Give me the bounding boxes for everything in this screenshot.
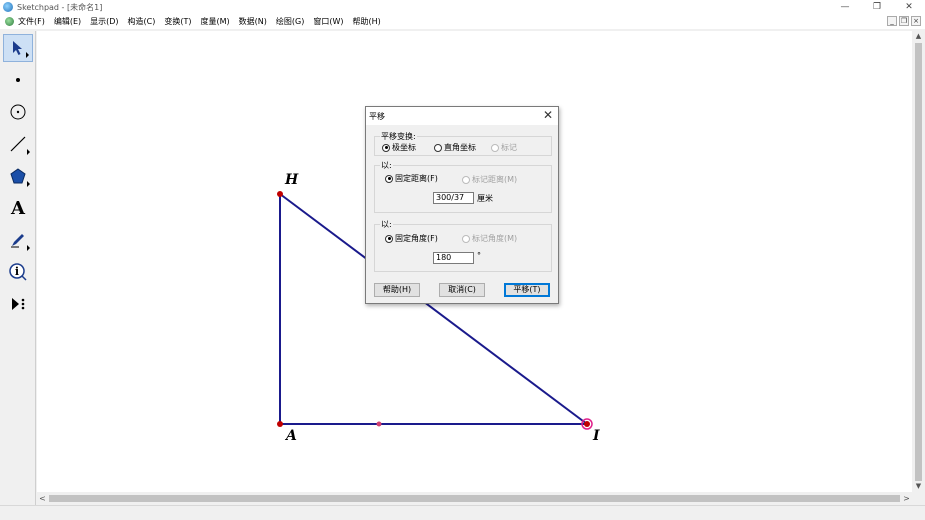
vertical-scrollbar[interactable]: ▲ ▼ xyxy=(912,31,925,492)
distance-group-label: 以: xyxy=(380,160,393,171)
polar-radio-label: 极坐标 xyxy=(392,143,416,152)
fixed-distance-radio[interactable]: 固定距离(F) xyxy=(385,173,438,184)
fixed-angle-radio[interactable]: 固定角度(F) xyxy=(385,233,438,244)
menu-window[interactable]: 窗口(W) xyxy=(313,16,343,27)
select-arrow-icon xyxy=(13,41,22,55)
angle-group-label: 以: xyxy=(380,219,393,230)
marked-angle-label: 标记角度(M) xyxy=(472,234,518,243)
angle-input[interactable]: 180 xyxy=(433,252,474,264)
menu-help[interactable]: 帮助(H) xyxy=(353,16,381,27)
transform-type-label: 平移变换: xyxy=(380,131,417,142)
menu-edit[interactable]: 编辑(E) xyxy=(54,16,81,27)
point-I[interactable] xyxy=(584,421,590,427)
restore-button[interactable]: ❐ xyxy=(861,0,893,14)
menu-construct[interactable]: 构造(C) xyxy=(128,16,156,27)
distance-group: 以: 固定距离(F) 标记距离(M) 300/37 厘米 xyxy=(374,160,552,213)
distance-unit: 厘米 xyxy=(477,194,493,203)
document-icon[interactable] xyxy=(5,17,14,26)
label-H[interactable]: H xyxy=(285,172,298,188)
window-title: Sketchpad - [未命名1] xyxy=(17,2,103,12)
point-A[interactable] xyxy=(277,421,283,427)
close-button[interactable]: ✕ xyxy=(893,0,925,14)
transform-type-group: 平移变换: 极坐标 直角坐标 标记 xyxy=(374,131,552,156)
compass-icon xyxy=(10,104,26,120)
horizontal-scrollbar[interactable]: < > xyxy=(37,492,912,505)
information-icon: i xyxy=(9,263,27,281)
window-controls: — ❐ ✕ xyxy=(829,0,925,14)
status-bar xyxy=(0,505,925,520)
svg-text:i: i xyxy=(15,265,19,278)
rectangular-radio-label: 直角坐标 xyxy=(444,143,476,152)
polar-radio[interactable]: 极坐标 xyxy=(382,142,416,153)
marked-vector-radio[interactable]: 标记 xyxy=(491,142,517,153)
sketchpad-app-icon xyxy=(3,2,13,12)
rectangular-radio[interactable]: 直角坐标 xyxy=(434,142,476,153)
angle-group: 以: 固定角度(F) 标记角度(M) 180 ° xyxy=(374,219,552,272)
dialog-title: 平移 xyxy=(369,112,385,121)
distance-input[interactable]: 300/37 xyxy=(433,192,474,204)
menu-transform[interactable]: 变换(T) xyxy=(164,16,191,27)
translate-dialog: 平移 ✕ 平移变换: 极坐标 直角坐标 标记 以: 固定距离(F) 标记距离(M… xyxy=(365,106,559,304)
menu-display[interactable]: 显示(D) xyxy=(90,16,118,27)
point-icon xyxy=(16,78,20,82)
doc-restore-button[interactable]: ❐ xyxy=(899,16,909,26)
vertical-scroll-thumb[interactable] xyxy=(915,43,922,481)
marked-distance-label: 标记距离(M) xyxy=(472,175,518,184)
marker-tool[interactable] xyxy=(3,226,33,254)
toolbox: A i xyxy=(0,31,36,505)
menu-bar: 文件(F) 编辑(E) 显示(D) 构造(C) 变换(T) 度量(M) 数据(N… xyxy=(0,14,925,29)
midpoint-AI[interactable] xyxy=(376,421,382,427)
point-H[interactable] xyxy=(277,191,283,197)
custom-tool[interactable] xyxy=(3,290,33,318)
cancel-button[interactable]: 取消(C) xyxy=(439,283,485,297)
text-icon: A xyxy=(11,197,25,219)
horizontal-scroll-thumb[interactable] xyxy=(49,495,900,502)
menu-file[interactable]: 文件(F) xyxy=(18,16,45,27)
label-I[interactable]: I xyxy=(593,428,600,444)
straightedge-tool[interactable] xyxy=(3,130,33,158)
marked-vector-radio-label: 标记 xyxy=(501,143,517,152)
text-tool[interactable]: A xyxy=(3,194,33,222)
marker-icon xyxy=(11,234,24,248)
scroll-up-arrow-icon[interactable]: ▲ xyxy=(912,31,925,42)
information-tool[interactable]: i xyxy=(3,258,33,286)
label-A[interactable]: A xyxy=(286,428,297,444)
dialog-close-icon[interactable]: ✕ xyxy=(543,108,553,122)
polygon-tool[interactable] xyxy=(3,162,33,190)
fixed-distance-label: 固定距离(F) xyxy=(395,174,438,183)
marked-distance-radio[interactable]: 标记距离(M) xyxy=(462,174,517,185)
translate-button[interactable]: 平移(T) xyxy=(504,283,550,297)
marked-angle-radio[interactable]: 标记角度(M) xyxy=(462,233,517,244)
point-tool[interactable] xyxy=(3,66,33,94)
select-arrow-tool[interactable] xyxy=(3,34,33,62)
document-window-controls: _ ❐ × xyxy=(887,16,921,26)
angle-unit: ° xyxy=(477,251,481,260)
doc-close-button[interactable]: × xyxy=(911,16,921,26)
menu-data[interactable]: 数据(N) xyxy=(239,16,267,27)
compass-tool[interactable] xyxy=(3,98,33,126)
title-bar: Sketchpad - [未命名1] — ❐ ✕ xyxy=(0,0,925,14)
scroll-down-arrow-icon[interactable]: ▼ xyxy=(912,481,925,492)
scroll-right-arrow-icon[interactable]: > xyxy=(901,492,912,505)
help-button[interactable]: 帮助(H) xyxy=(374,283,420,297)
custom-tool-icon xyxy=(12,298,25,310)
minimize-button[interactable]: — xyxy=(829,0,861,14)
straightedge-icon xyxy=(10,136,26,152)
dialog-title-bar[interactable]: 平移 ✕ xyxy=(366,107,558,125)
fixed-angle-label: 固定角度(F) xyxy=(395,234,438,243)
doc-minimize-button[interactable]: _ xyxy=(887,16,897,26)
sketchpad-window: Sketchpad - [未命名1] — ❐ ✕ 文件(F) 编辑(E) 显示(… xyxy=(0,0,925,520)
polygon-icon xyxy=(10,168,26,184)
scroll-left-arrow-icon[interactable]: < xyxy=(37,492,48,505)
menu-measure[interactable]: 度量(M) xyxy=(201,16,230,27)
menu-graph[interactable]: 绘图(G) xyxy=(276,16,304,27)
